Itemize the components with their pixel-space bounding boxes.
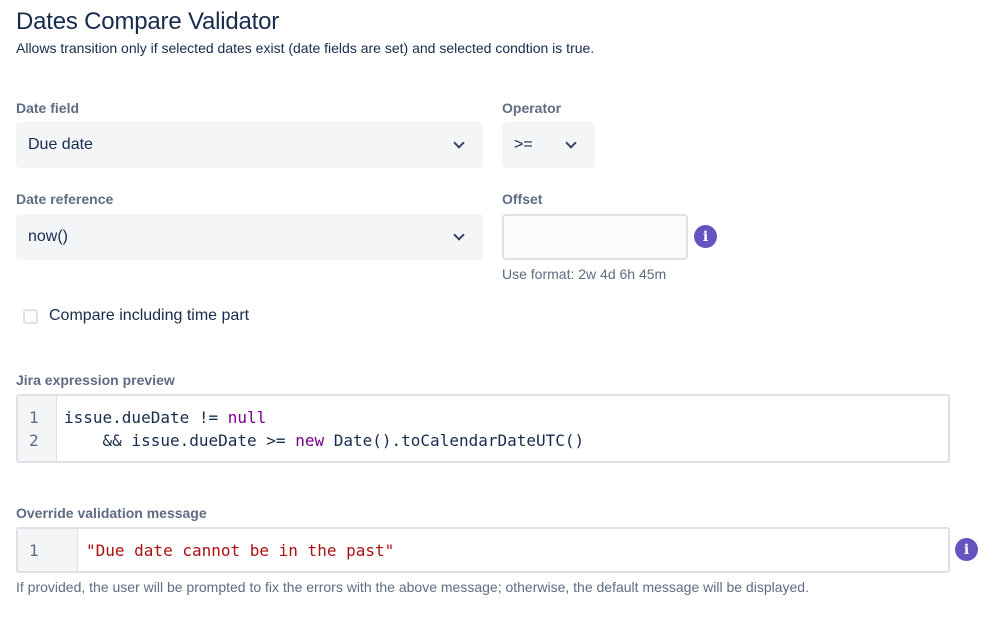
line-number-gutter bbox=[18, 396, 57, 461]
chevron-down-icon bbox=[453, 137, 465, 149]
offset-input[interactable] bbox=[502, 214, 688, 260]
chevron-down-icon bbox=[565, 137, 577, 149]
override-message-label: Override validation message bbox=[16, 505, 207, 521]
override-message-help-text: If provided, the user will be prompted t… bbox=[16, 579, 809, 595]
code-text: Date().toCalendarDateUTC() bbox=[324, 431, 585, 450]
date-field-label: Date field bbox=[16, 100, 80, 116]
date-field-select[interactable]: Due date bbox=[16, 122, 483, 168]
override-message-value: "Due date cannot be in the past" bbox=[86, 541, 395, 560]
code-text: && issue.dueDate >= bbox=[64, 431, 296, 450]
line-number: 1 bbox=[29, 408, 39, 427]
code-keyword: null bbox=[227, 408, 267, 427]
date-reference-value: now() bbox=[28, 228, 69, 245]
compare-time-label: Compare including time part bbox=[49, 307, 250, 324]
code-line: && issue.dueDate >= new Date().toCalenda… bbox=[64, 431, 585, 450]
code-text: issue.dueDate != bbox=[64, 408, 228, 427]
code-line: issue.dueDate != null bbox=[64, 408, 266, 427]
offset-help-text: Use format: 2w 4d 6h 45m bbox=[502, 266, 667, 282]
info-icon[interactable]: i bbox=[694, 225, 717, 248]
offset-label: Offset bbox=[502, 191, 543, 207]
info-icon[interactable]: i bbox=[955, 538, 978, 561]
code-keyword: new bbox=[295, 431, 325, 450]
date-field-value: Due date bbox=[28, 136, 93, 153]
line-number-gutter bbox=[18, 529, 78, 571]
line-number: 2 bbox=[29, 431, 39, 450]
compare-time-checkbox[interactable] bbox=[23, 309, 38, 324]
operator-select[interactable]: >= bbox=[502, 122, 595, 168]
page-description: Allows transition only if selected dates… bbox=[16, 40, 595, 56]
date-reference-select[interactable]: now() bbox=[16, 214, 483, 260]
expression-preview-label: Jira expression preview bbox=[16, 372, 175, 388]
expression-preview-editor[interactable]: 1 2 issue.dueDate != null && issue.dueDa… bbox=[16, 394, 950, 463]
line-number: 1 bbox=[29, 541, 39, 560]
chevron-down-icon bbox=[453, 229, 465, 241]
operator-label: Operator bbox=[502, 100, 562, 116]
override-message-editor[interactable]: 1 "Due date cannot be in the past" bbox=[16, 527, 950, 573]
operator-value: >= bbox=[514, 136, 533, 153]
date-reference-label: Date reference bbox=[16, 191, 114, 207]
page-title: Dates Compare Validator bbox=[16, 8, 280, 35]
